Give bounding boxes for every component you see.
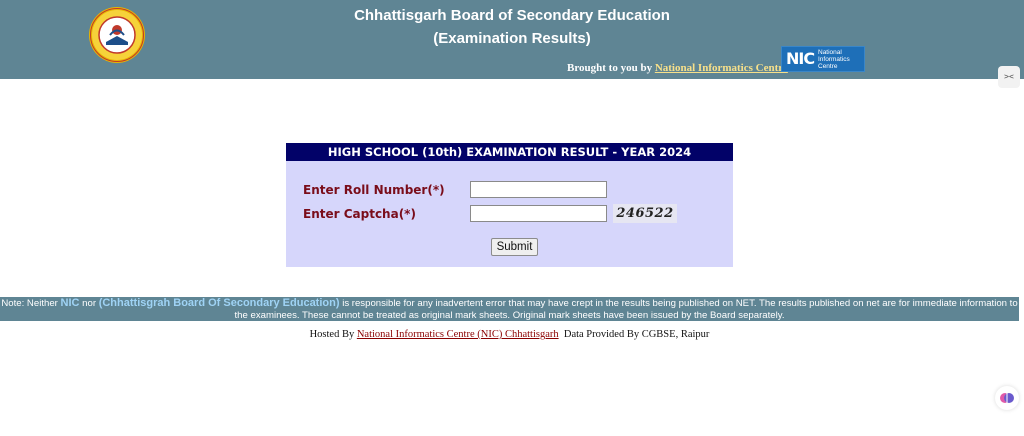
brain-icon-glyph <box>1000 393 1014 403</box>
brain-icon[interactable] <box>995 386 1019 410</box>
nic-caption-line1: National <box>818 49 842 56</box>
brought-prefix: Brought to you by <box>567 62 653 74</box>
header-subtitle: (Examination Results) <box>433 30 591 47</box>
note-board: (Chhattisgrah Board Of Secondary Educati… <box>98 297 340 309</box>
nic-logo-text: NIC <box>786 49 815 68</box>
note-rest: is responsible for any inadvertent error… <box>234 298 1018 321</box>
nic-link[interactable]: National Informatics Centre <box>655 62 788 74</box>
header-title: Chhattisgarh Board of Secondary Educatio… <box>354 7 670 24</box>
footer-hosted: Hosted By National Informatics Centre (N… <box>0 329 1019 340</box>
result-form-panel: HIGH SCHOOL (10th) EXAMINATION RESULT - … <box>286 143 733 267</box>
roll-number-label: Enter Roll Number(*) <box>303 183 445 197</box>
note-nic: NIC <box>60 297 80 309</box>
hosted-prefix: Hosted By <box>309 329 355 340</box>
captcha-input[interactable] <box>470 205 607 222</box>
data-provided-text: Data Provided By CGBSE, Raipur <box>563 329 710 340</box>
disclaimer-note: Note: Neither NIC nor (Chhattisgrah Boar… <box>0 297 1019 321</box>
nic-logo-icon[interactable]: NIC National Informatics Centre <box>781 46 865 72</box>
form-heading: HIGH SCHOOL (10th) EXAMINATION RESULT - … <box>286 143 733 161</box>
note-prefix: Note: Neither <box>1 298 58 309</box>
captcha-label: Enter Captcha(*) <box>303 207 416 221</box>
captcha-image: 246522 <box>613 204 677 223</box>
nic-caption-line2: Informatics <box>818 56 850 63</box>
nic-logo-caption: National Informatics Centre <box>818 49 850 70</box>
nic-chhattisgarh-link[interactable]: National Informatics Centre (NIC) Chhatt… <box>357 329 559 340</box>
page-header: Chhattisgarh Board of Secondary Educatio… <box>0 0 1024 79</box>
code-tab-icon[interactable]: >< <box>998 66 1020 88</box>
submit-button[interactable]: Submit <box>491 238 538 256</box>
note-nor: nor <box>82 298 97 309</box>
nic-caption-line3: Centre <box>818 63 838 70</box>
roll-number-input[interactable] <box>470 181 607 198</box>
brought-by-text: Brought to you by National Informatics C… <box>567 62 788 74</box>
